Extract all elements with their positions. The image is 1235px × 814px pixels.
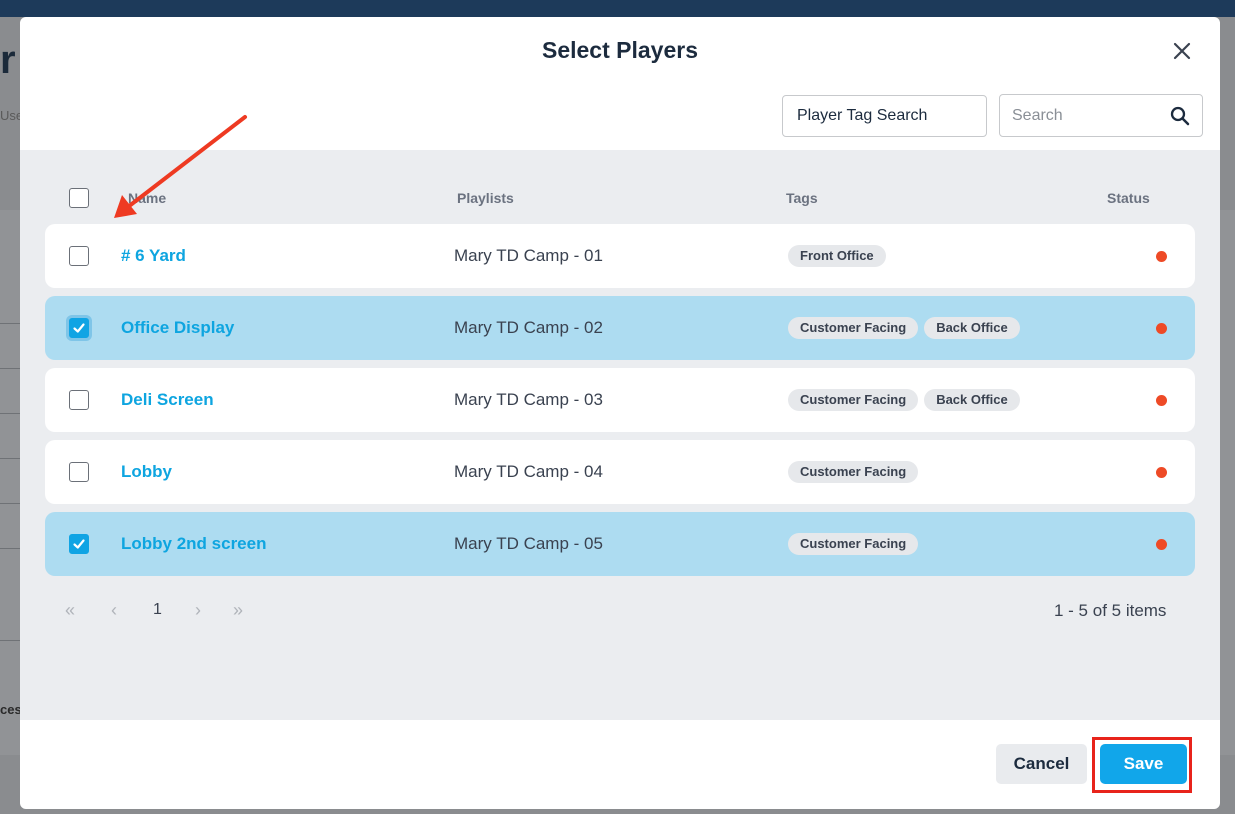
tag-badge: Customer Facing	[788, 317, 919, 339]
table-row[interactable]: # 6 Yard Mary TD Camp - 01 Front Office	[45, 224, 1195, 288]
modal-title: Select Players	[541, 37, 698, 63]
background-divider	[0, 458, 20, 459]
player-name-link[interactable]: Lobby	[121, 462, 172, 482]
tag-badge: Front Office	[788, 245, 886, 267]
pager-next-icon[interactable]: ›	[195, 600, 201, 621]
background-divider	[0, 640, 20, 641]
row-checkbox[interactable]	[69, 318, 89, 338]
player-tags: Front Office	[788, 245, 886, 267]
background-title-fragment: r	[0, 38, 16, 82]
background-label-fragment: ces	[0, 702, 22, 717]
background-panel-right	[1220, 210, 1235, 755]
search-box	[999, 94, 1203, 137]
pager-last-icon[interactable]: »	[233, 600, 243, 621]
column-header-playlists[interactable]: Playlists	[457, 190, 514, 206]
tag-badge: Back Office	[924, 317, 1020, 339]
player-playlist: Mary TD Camp - 01	[454, 246, 603, 265]
search-icon[interactable]	[1170, 106, 1190, 126]
table-row[interactable]: Lobby Mary TD Camp - 04 Customer Facing	[45, 440, 1195, 504]
player-tag-search-select[interactable]: Player Tag Search	[782, 95, 987, 137]
tag-badge: Customer Facing	[788, 533, 919, 555]
background-panel-left	[0, 210, 20, 755]
select-all-checkbox[interactable]	[69, 188, 89, 208]
status-indicator	[1156, 539, 1167, 550]
close-icon[interactable]	[1170, 39, 1194, 63]
annotation-arrow-icon	[114, 115, 247, 218]
row-checkbox[interactable]	[69, 534, 89, 554]
table-row[interactable]: Lobby 2nd screen Mary TD Camp - 05 Custo…	[45, 512, 1195, 576]
status-indicator	[1156, 323, 1167, 334]
row-checkbox[interactable]	[69, 246, 89, 266]
player-tags: Customer Facing Back Office	[788, 317, 1020, 339]
player-playlist: Mary TD Camp - 05	[454, 534, 603, 553]
background-divider	[0, 413, 20, 414]
background-divider	[0, 548, 20, 549]
row-checkbox[interactable]	[69, 390, 89, 410]
save-annotation-box	[1092, 737, 1192, 793]
player-name-link[interactable]: Deli Screen	[121, 390, 214, 410]
search-input[interactable]	[1012, 95, 1162, 136]
status-indicator	[1156, 251, 1167, 262]
player-playlist: Mary TD Camp - 04	[454, 462, 603, 481]
player-name-link[interactable]: Office Display	[121, 318, 234, 338]
pager-info: 1 - 5 of 5 items	[1054, 601, 1167, 620]
background-top-bar	[0, 0, 1235, 17]
player-playlist: Mary TD Camp - 02	[454, 318, 603, 337]
tag-badge: Customer Facing	[788, 389, 919, 411]
pager-first-icon[interactable]: «	[65, 600, 75, 621]
tag-badge: Customer Facing	[788, 461, 919, 483]
player-tags: Customer Facing	[788, 461, 919, 483]
player-playlist: Mary TD Camp - 03	[454, 390, 603, 409]
background-divider	[0, 323, 20, 324]
player-tags: Customer Facing Back Office	[788, 389, 1020, 411]
player-tags: Customer Facing	[788, 533, 919, 555]
column-header-status[interactable]: Status	[1107, 190, 1150, 206]
player-name-link[interactable]: # 6 Yard	[121, 246, 186, 266]
background-divider	[0, 368, 20, 369]
status-indicator	[1156, 467, 1167, 478]
background-divider	[0, 503, 20, 504]
select-players-modal: Select Players Player Tag Search Name Pl…	[20, 17, 1220, 809]
pager-page-number[interactable]: 1	[153, 601, 162, 619]
row-checkbox[interactable]	[69, 462, 89, 482]
player-name-link[interactable]: Lobby 2nd screen	[121, 534, 266, 554]
column-header-tags[interactable]: Tags	[786, 190, 818, 206]
table-row[interactable]: Deli Screen Mary TD Camp - 03 Customer F…	[45, 368, 1195, 432]
tag-badge: Back Office	[924, 389, 1020, 411]
cancel-button[interactable]: Cancel	[996, 744, 1087, 784]
pager-prev-icon[interactable]: ‹	[111, 600, 117, 621]
status-indicator	[1156, 395, 1167, 406]
table-row[interactable]: Office Display Mary TD Camp - 02 Custome…	[45, 296, 1195, 360]
